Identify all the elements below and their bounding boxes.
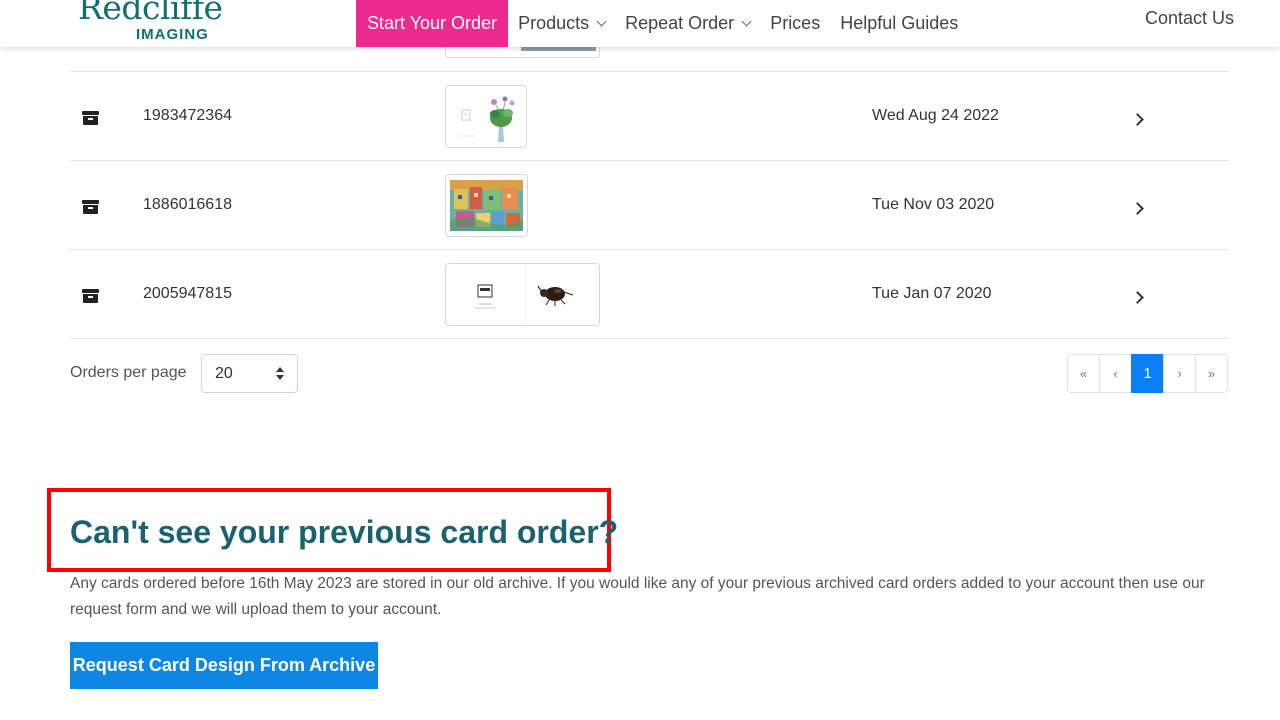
orders-per-page-label: Orders per page [70,364,187,381]
nav-start-your-order[interactable]: Start Your Order [356,0,509,47]
archive-section-description: Any cards ordered before 16th May 2023 a… [70,575,1205,618]
site-header: Redcliffe IMAGING Start Your Order Produ… [0,0,1280,47]
nav-prices[interactable]: Prices [760,0,830,47]
chevron-right-icon[interactable] [1131,113,1144,126]
logo-main-text: Redcliffe [78,0,223,27]
first-page-button[interactable]: « [1067,354,1100,393]
logo-sub-text: IMAGING [136,26,209,43]
nav-repeat-order[interactable]: Repeat Order [615,0,760,47]
redcliffe-logo[interactable]: Redcliffe IMAGING [78,0,223,46]
order-row[interactable]: 1983472364 Wed Aug 24 2022 [70,72,1229,161]
plant-card-thumbnail [458,96,515,142]
nav-label: Helpful Guides [840,13,959,33]
order-id: 2005947815 [143,285,232,302]
page-1-button[interactable]: 1 [1131,354,1164,393]
chevron-down-icon [741,16,752,26]
previous-page-button[interactable]: ‹ [1099,354,1132,393]
order-id: 1983472364 [143,107,232,124]
archive-icon [82,111,99,125]
chevron-right-icon[interactable] [1131,291,1144,304]
select-arrows-icon [276,367,284,381]
order-thumbnail [445,85,527,148]
beetle-card-thumbnail [475,264,574,325]
order-row[interactable]: 2005947815 Tue Jan 07 2020 [70,250,1229,339]
archive-icon [82,289,99,303]
order-date: Tue Jan 07 2020 [872,285,992,302]
next-page-button[interactable]: › [1163,354,1196,393]
main-nav: Start Your Order Products Repeat Order P… [356,0,968,47]
pagination: « ‹ 1 › » [1067,354,1228,393]
nav-label: Repeat Order [625,13,735,33]
archive-icon [82,200,99,214]
request-card-design-button[interactable]: Request Card Design From Archive [70,642,378,689]
chevron-right-icon[interactable] [1131,202,1144,215]
chevron-down-icon [596,16,607,26]
nav-label: Contact Us [1144,7,1234,28]
nav-label: Products [518,13,590,33]
nav-products[interactable]: Products [508,0,615,47]
nav-label: Prices [770,13,821,33]
per-page-value: 20 [215,365,233,382]
order-row[interactable]: 1886016618 Tue Nov 03 2020 [70,161,1229,250]
nav-label: Start Your Order [367,13,498,33]
houses-painting-thumbnail [450,180,523,231]
order-thumbnail [445,174,528,237]
nav-helpful-guides[interactable]: Helpful Guides [830,0,968,47]
last-page-button[interactable]: » [1195,354,1228,393]
orders-per-page-select[interactable]: 20 [201,354,298,393]
nav-contact-us[interactable]: Contact Us [1145,0,1234,36]
order-date: Tue Nov 03 2020 [872,196,995,213]
order-thumbnail [445,263,600,326]
archive-section-title: Can't see your previous card order? [70,514,619,550]
order-id: 1886016618 [143,196,232,213]
order-date: Wed Aug 24 2022 [872,107,999,124]
